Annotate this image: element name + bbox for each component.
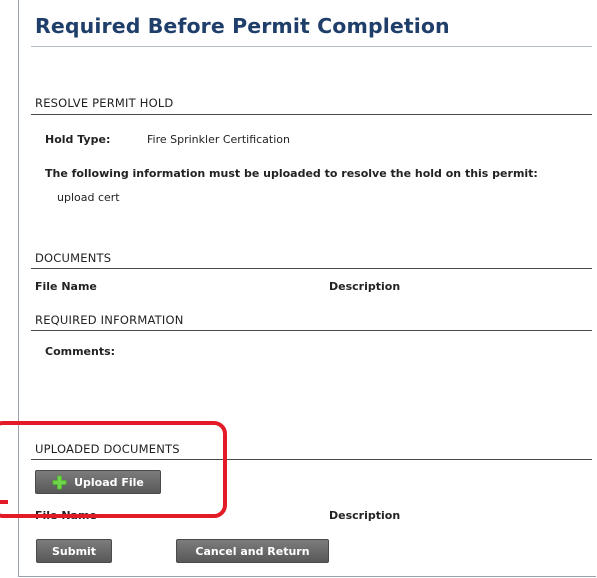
cancel-and-return-button[interactable]: Cancel and Return <box>176 539 329 563</box>
submit-button-label: Submit <box>51 544 97 558</box>
plus-icon <box>52 475 67 490</box>
documents-column-description: Description <box>329 280 401 293</box>
cancel-button-label: Cancel and Return <box>195 544 310 558</box>
resolve-hold-section-title: RESOLVE PERMIT HOLD <box>35 96 174 110</box>
required-item: upload cert <box>57 191 120 204</box>
documents-section-title: DOCUMENTS <box>35 251 112 265</box>
uploaded-documents-section-title: UPLOADED DOCUMENTS <box>35 442 180 456</box>
hold-instruction: The following information must be upload… <box>45 167 538 180</box>
page-title: Required Before Permit Completion <box>35 14 450 38</box>
uploaded-column-file-name: File Name <box>35 509 97 522</box>
hold-type-label: Hold Type: <box>45 133 111 146</box>
title-divider <box>31 46 592 47</box>
annotation-highlight-tail <box>0 500 8 504</box>
comments-label: Comments: <box>45 345 116 358</box>
documents-divider <box>31 268 592 269</box>
documents-column-file-name: File Name <box>35 280 97 293</box>
required-information-section-title: REQUIRED INFORMATION <box>35 313 184 327</box>
permit-completion-panel: Required Before Permit Completion RESOLV… <box>18 0 596 577</box>
resolve-hold-divider <box>31 114 592 115</box>
upload-file-button[interactable]: Upload File <box>35 470 161 494</box>
submit-button[interactable]: Submit <box>36 539 112 563</box>
uploaded-column-description: Description <box>329 509 401 522</box>
hold-type-value: Fire Sprinkler Certification <box>147 133 290 146</box>
uploaded-documents-divider <box>31 459 592 460</box>
required-information-divider <box>31 330 592 331</box>
upload-file-label: Upload File <box>74 475 144 489</box>
